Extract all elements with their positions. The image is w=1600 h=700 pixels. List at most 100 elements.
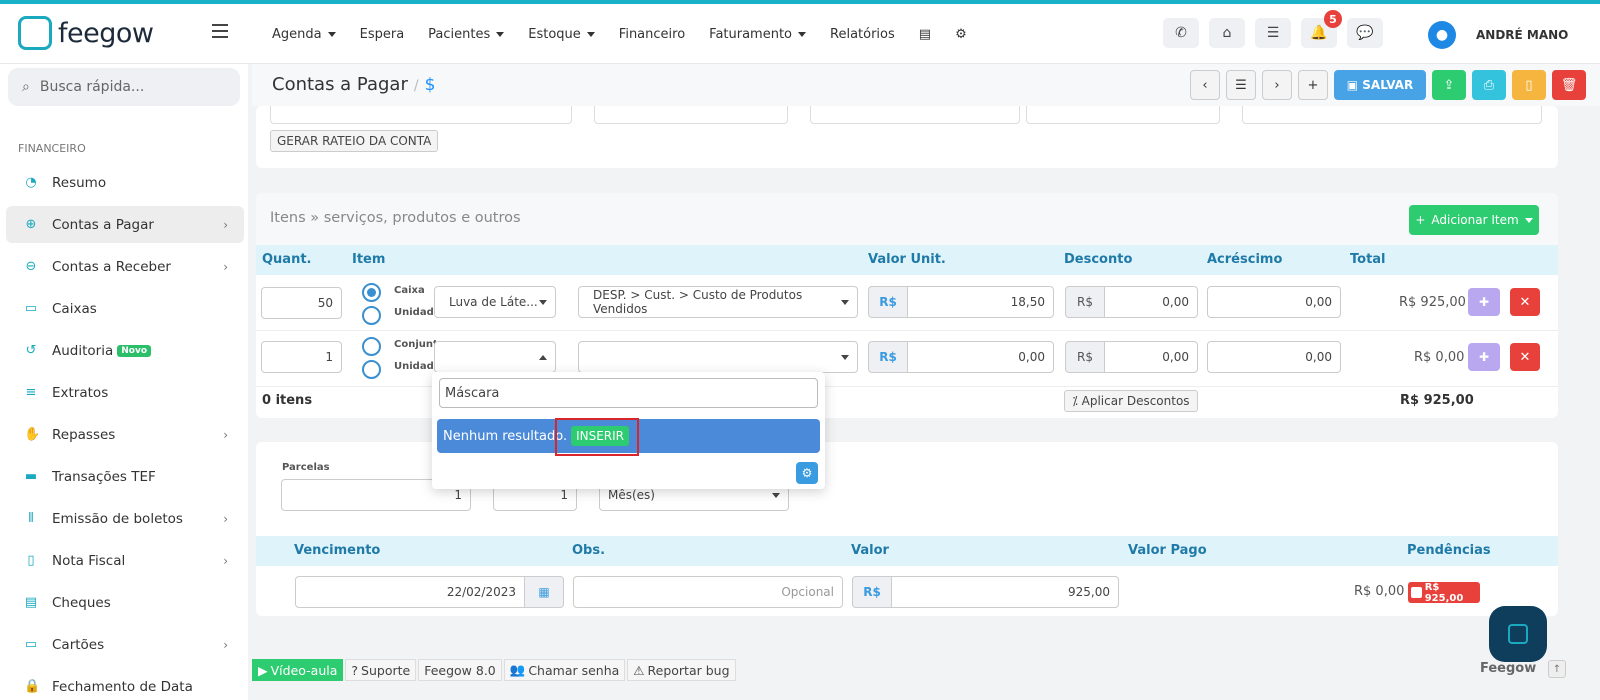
menu-item-agenda[interactable]: Agenda — [272, 27, 336, 42]
sidebar-item-resumo[interactable]: ◔ Resumo — [6, 164, 244, 201]
caret-down-icon — [496, 31, 505, 37]
increase-input[interactable]: 0,00 — [1207, 341, 1341, 373]
discount-input[interactable]: 0,00 — [1104, 341, 1198, 373]
sidebar-item-extratos[interactable]: ≡ Extratos — [6, 374, 244, 411]
menu-item-relatorios[interactable]: Relatórios — [830, 27, 895, 42]
user-avatar-icon[interactable]: ● — [1428, 21, 1456, 49]
no-result-option[interactable]: Nenhum resultado. INSERIR — [437, 418, 820, 456]
bell-icon[interactable]: 🔔 5 — [1301, 10, 1342, 48]
product-select-open[interactable] — [434, 341, 556, 373]
category-select[interactable]: DESP. > Cust. > Custo de Produtos Vendid… — [578, 286, 858, 318]
video-aula-button[interactable]: ▶ Vídeo-aula — [252, 659, 344, 681]
chevron-right-icon: › — [223, 259, 228, 274]
quantity-input[interactable]: 50 — [261, 287, 342, 319]
delete-button[interactable]: 🗑 — [1552, 70, 1586, 100]
radio-unidade[interactable] — [362, 306, 381, 325]
add-item-button[interactable]: + Adicionar Item — [1409, 205, 1539, 235]
sidebar-item-repasses[interactable]: ✋ Repasses › — [6, 416, 244, 453]
pending-checkbox[interactable] — [1411, 587, 1422, 598]
caret-down-icon — [1524, 217, 1533, 223]
sidebar-item-contas-a-receber[interactable]: ⊖ Contas a Receber › — [6, 248, 244, 285]
gear-icon[interactable]: ⚙ — [796, 462, 818, 484]
print-button[interactable]: ⎙ — [1472, 70, 1506, 100]
unit-value-input[interactable]: 18,50 — [907, 286, 1054, 318]
feegow-logo[interactable]: feegow — [18, 16, 154, 50]
account-field[interactable] — [594, 106, 788, 124]
call-button[interactable]: 👥 Chamar senha — [503, 659, 626, 681]
remove-row-button[interactable]: ✕ — [1510, 288, 1540, 316]
support-button[interactable]: ? Suporte — [345, 659, 417, 681]
radio-conjunto[interactable] — [362, 337, 381, 356]
receipt-button[interactable]: ▯ — [1512, 70, 1546, 100]
remove-row-button[interactable]: ✕ — [1510, 343, 1540, 371]
unit-value-input[interactable]: 0,00 — [907, 341, 1054, 373]
prev-button[interactable]: ‹ — [1190, 70, 1220, 100]
sidebar-item-nota-fiscal[interactable]: ▯ Nota Fiscal › — [6, 542, 244, 579]
sidebar-item-emiss-o-de-boletos[interactable]: ⦀ Emissão de boletos › — [6, 500, 244, 537]
quantity-input[interactable]: 1 — [261, 341, 342, 373]
save-button[interactable]: ▣ SALVAR — [1334, 70, 1426, 100]
sidebar-item-cheques[interactable]: ▤ Cheques — [6, 584, 244, 621]
main-menu: Agenda Espera Pacientes Estoque Financei… — [272, 4, 967, 64]
sidebar-item-auditoria[interactable]: ↺ Auditoria Novo — [6, 332, 244, 369]
description-field[interactable] — [1242, 106, 1542, 124]
product-select[interactable]: Luva de Láte... — [434, 286, 556, 318]
menu-item-faturamento[interactable]: Faturamento — [709, 27, 807, 42]
rateio-button[interactable]: GERAR RATEIO DA CONTA — [270, 130, 439, 152]
category-select[interactable] — [578, 341, 858, 373]
sidebar-item-fechamento-de-data[interactable]: 🔒 Fechamento de Data — [6, 668, 244, 700]
supplier-field[interactable] — [270, 106, 572, 124]
pending-badge[interactable]: R$ 925,00 — [1408, 581, 1480, 604]
search-input[interactable]: Busca rápida... — [40, 79, 144, 95]
due-date-input[interactable]: 22/02/2023 — [295, 576, 525, 608]
chat-widget-icon — [1508, 624, 1528, 644]
footer-label: Vídeo-aula — [270, 662, 338, 678]
tasks-icon[interactable]: ☰ — [1255, 18, 1291, 48]
col-paid: Valor Pago — [1128, 543, 1207, 558]
discount-input[interactable]: 0,00 — [1104, 286, 1198, 318]
menu-item-financeiro[interactable]: Financeiro — [619, 27, 685, 42]
col-item: Item — [352, 252, 386, 267]
chat-widget-button[interactable] — [1489, 606, 1547, 662]
sidebar-item-label: Repasses — [52, 426, 116, 443]
installment-value-input[interactable]: 925,00 — [891, 576, 1119, 608]
new-button[interactable]: + — [1298, 70, 1328, 100]
menu-item-espera[interactable]: Espera — [360, 27, 405, 42]
upload-button[interactable]: ⇪ — [1432, 70, 1466, 100]
list-button[interactable]: ☰ — [1226, 70, 1256, 100]
doc-field[interactable] — [1026, 106, 1220, 124]
apply-discounts-button[interactable]: ⁒ Aplicar Descontos — [1064, 390, 1198, 412]
medkit-icon[interactable]: ✚ — [1468, 343, 1500, 371]
gear-icon[interactable]: ⚙ — [955, 27, 967, 42]
report-bug-button[interactable]: ⚠ Reportar bug — [627, 659, 736, 681]
barcode-icon: ⦀ — [28, 511, 34, 526]
sidebar-item-cart-es[interactable]: ▭ Cartões › — [6, 626, 244, 663]
obs-input[interactable]: Opcional — [573, 576, 843, 608]
version-label: Feegow 8.0 — [418, 659, 502, 681]
database-icon[interactable]: ▤ — [919, 27, 931, 42]
quick-search[interactable]: ⌕ Busca rápida... — [8, 68, 240, 106]
sidebar-item-caixas[interactable]: ▭ Caixas — [6, 290, 244, 327]
medkit-icon[interactable]: ✚ — [1468, 288, 1500, 316]
menu-item-estoque[interactable]: Estoque — [528, 27, 595, 42]
scroll-top-icon[interactable]: ↑ — [1548, 660, 1566, 678]
sidebar-item-transa-es-tef[interactable]: ▬ Transações TEF — [6, 458, 244, 495]
inbox-icon[interactable]: ⌂ — [1209, 18, 1245, 48]
hamburger-menu-icon[interactable] — [212, 24, 228, 38]
sidebar-item-label: Contas a Pagar — [52, 216, 154, 233]
user-name[interactable]: ANDRÉ MANO — [1476, 28, 1568, 42]
calendar-icon[interactable]: ▦ — [524, 576, 564, 608]
pending-value: R$ 925,00 — [1424, 581, 1464, 604]
next-button[interactable]: › — [1262, 70, 1292, 100]
menu-item-pacientes[interactable]: Pacientes — [428, 27, 505, 42]
radio-unidade[interactable] — [362, 360, 381, 379]
chat-icon[interactable]: 💬 — [1347, 18, 1383, 48]
dropdown-search-input[interactable]: Máscara — [439, 378, 818, 408]
phone-icon[interactable]: ✆ — [1163, 18, 1199, 48]
sidebar-item-contas-a-pagar[interactable]: ⊕ Contas a Pagar › — [6, 206, 244, 243]
increase-input[interactable]: 0,00 — [1207, 286, 1341, 318]
col-due: Vencimento — [294, 543, 381, 558]
radio-caixa[interactable] — [362, 283, 381, 302]
date-field[interactable] — [810, 106, 1020, 124]
footer-label: Reportar bug — [647, 662, 730, 678]
